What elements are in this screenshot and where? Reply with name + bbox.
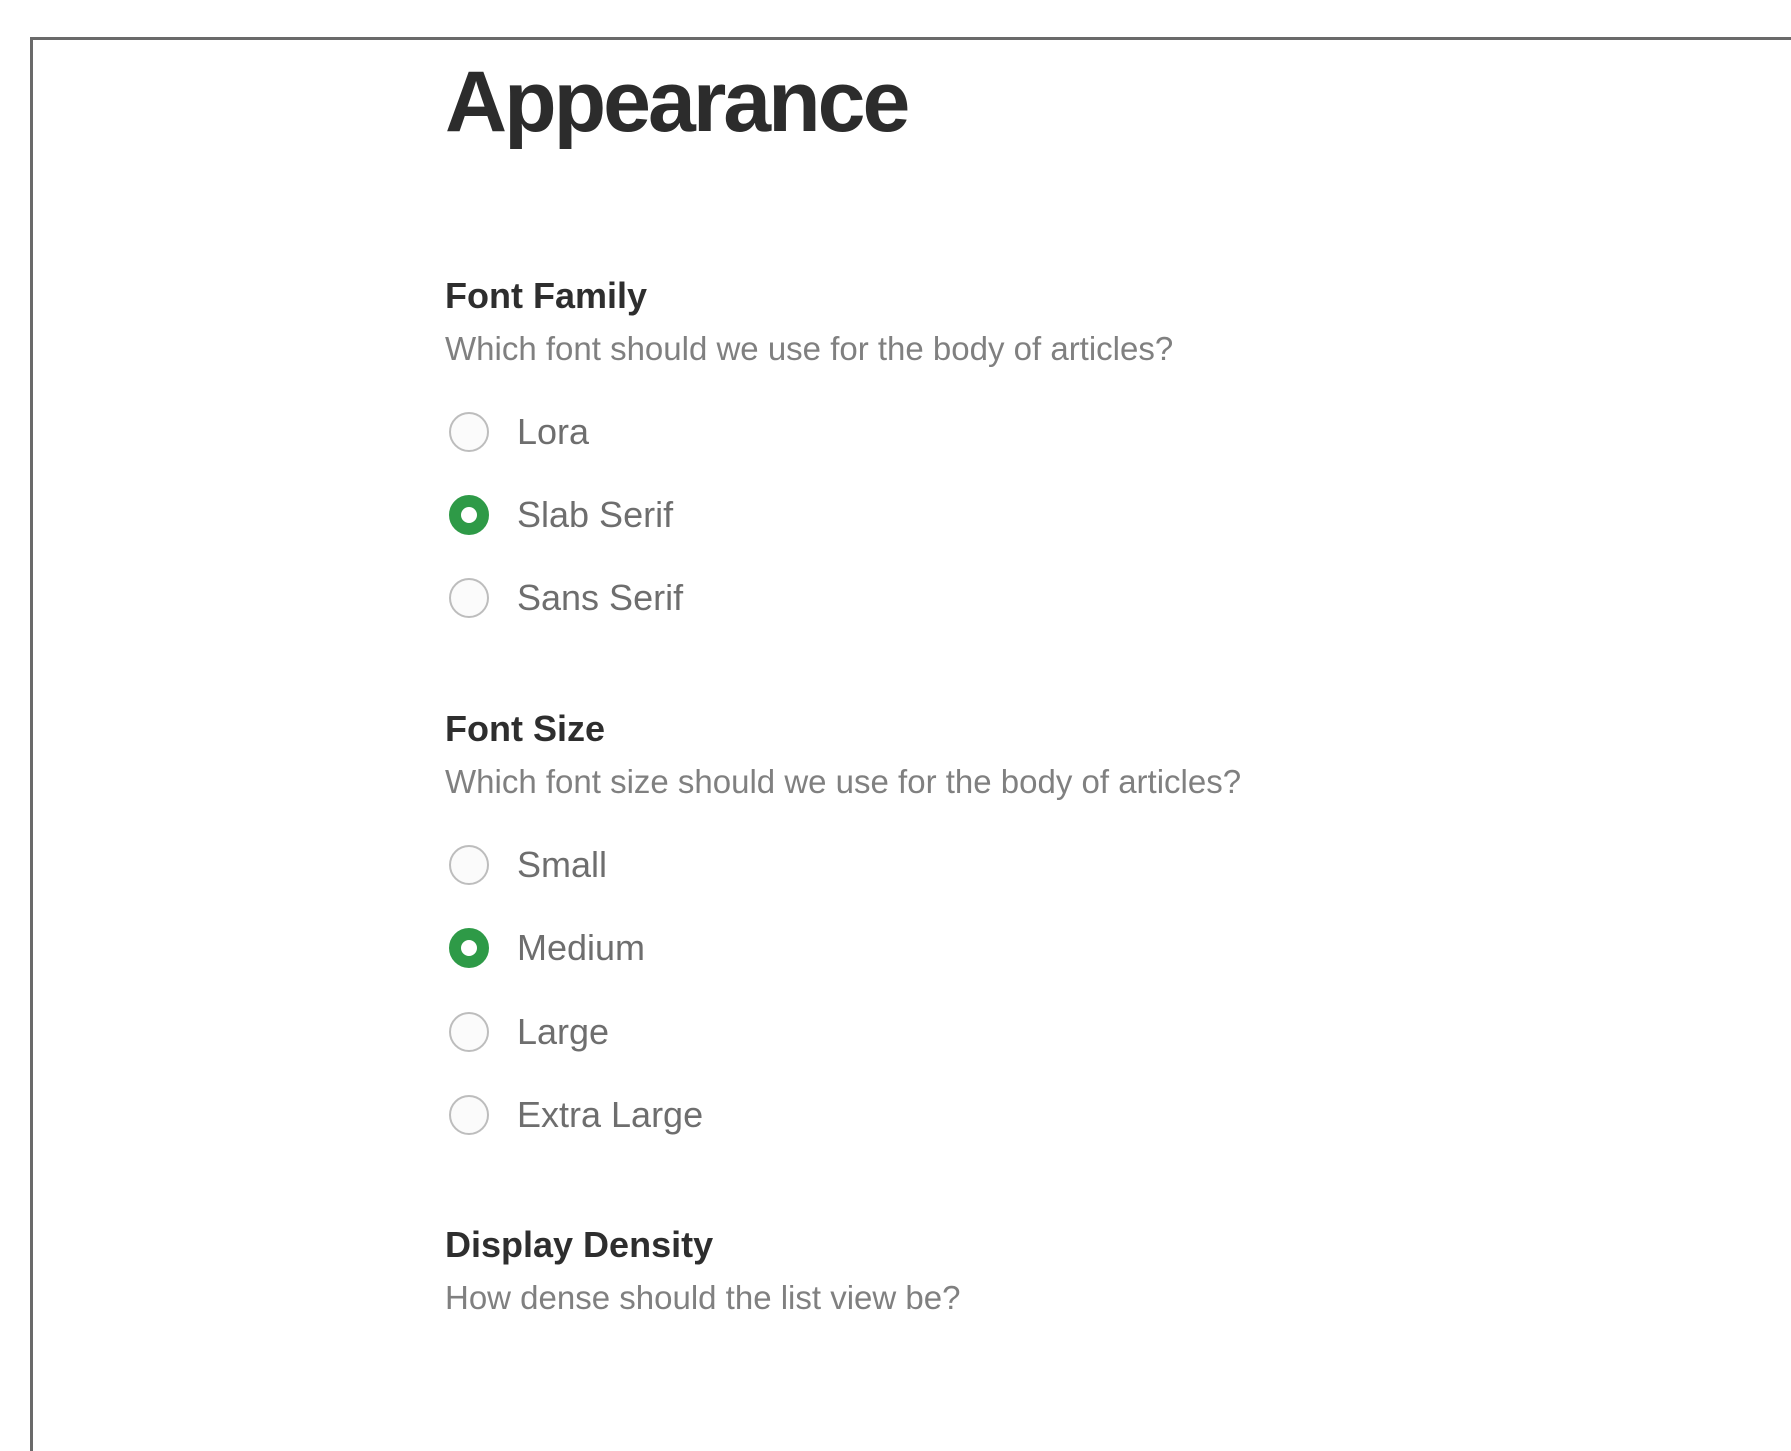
option-label: Large [517,1011,610,1052]
option-label: Sans Serif [517,577,684,618]
font-size-option-medium[interactable]: Medium [445,923,645,973]
section-description: How dense should the list view be? [445,1279,961,1316]
radio-button[interactable] [449,1012,489,1052]
option-label: Medium [517,927,646,968]
option-label: Small [517,844,608,885]
font-family-option-slab-serif[interactable]: Slab Serif [445,490,673,540]
font-size-option-extra-large[interactable]: Extra Large [445,1090,703,1140]
font-size-section: Font Size Which font size should we use … [445,708,1242,1135]
display-density-section: Display Density How dense should the lis… [445,1224,960,1318]
settings-panel: Appearance Font Family Which font should… [30,37,1791,1451]
option-label: Lora [517,411,590,452]
radio-button-selected[interactable] [449,495,489,535]
radio-button[interactable] [449,845,489,885]
section-description: Which font should we use for the body of… [445,330,1174,367]
radio-button[interactable] [449,412,489,452]
font-family-option-lora[interactable]: Lora [445,407,589,457]
option-label: Slab Serif [517,494,674,535]
section-title: Font Size [445,708,605,749]
section-description: Which font size should we use for the bo… [445,763,1242,800]
radio-button[interactable] [449,578,489,618]
section-title: Display Density [445,1224,714,1265]
appearance-settings: Appearance Font Family Which font should… [445,52,1545,1316]
page-title: Appearance [445,54,910,150]
radio-button[interactable] [449,1095,489,1135]
section-title: Font Family [445,275,648,316]
font-size-option-small[interactable]: Small [445,840,607,890]
option-label: Extra Large [517,1094,704,1135]
font-family-option-sans-serif[interactable]: Sans Serif [445,573,683,623]
font-size-option-large[interactable]: Large [445,1007,609,1057]
radio-button-selected[interactable] [449,928,489,968]
font-family-section: Font Family Which font should we use for… [445,275,1174,618]
